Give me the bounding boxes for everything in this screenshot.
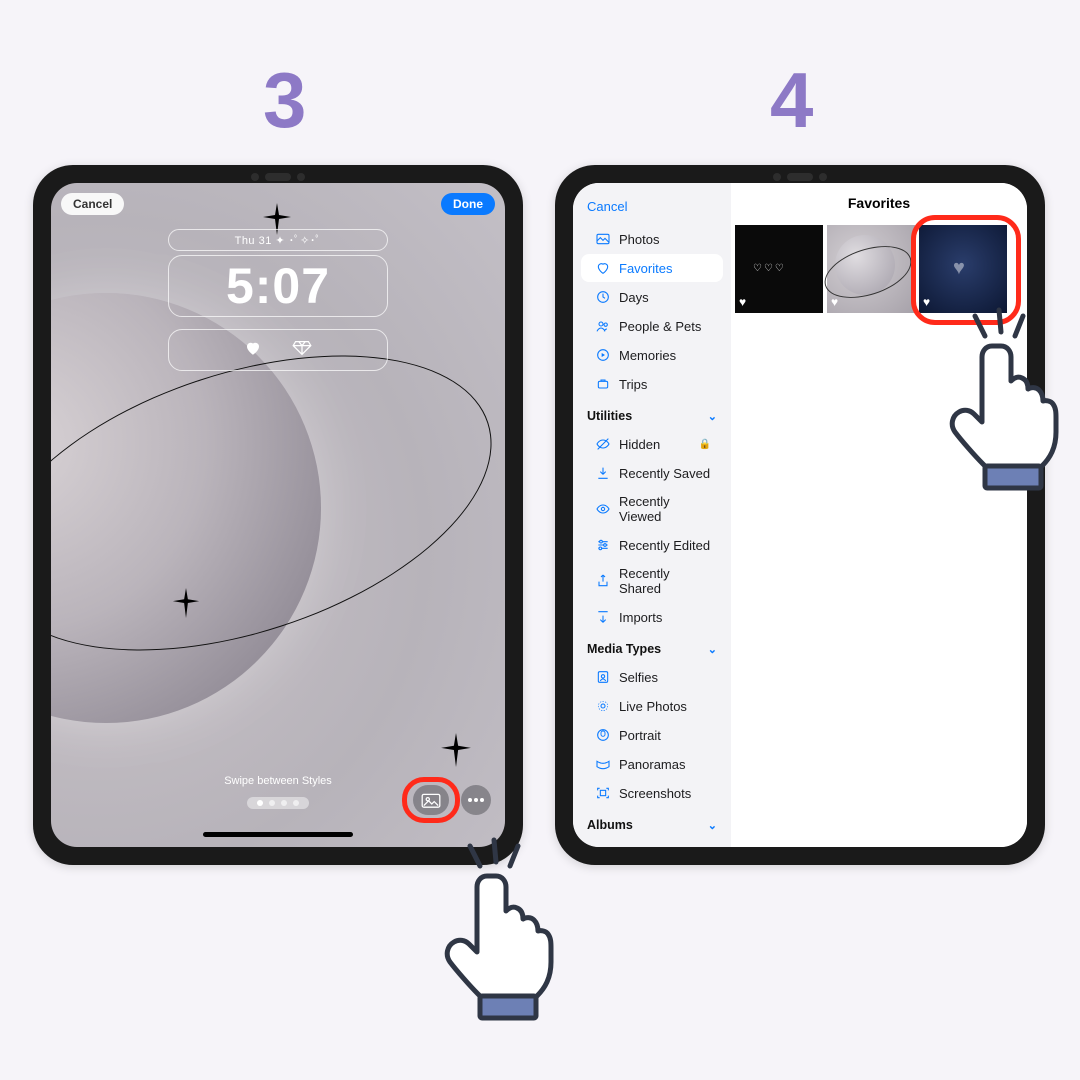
sidebar-label: Selfies	[619, 670, 658, 685]
screenshots-icon	[595, 785, 611, 801]
favorite-icon: ♥	[831, 295, 838, 309]
ipad-notch	[765, 173, 835, 181]
step-number-3: 3	[263, 55, 306, 146]
swipe-hint: Swipe between Styles	[224, 775, 332, 787]
sidebar-item-memories[interactable]: Memories	[581, 341, 723, 369]
sliders-icon	[595, 537, 611, 553]
import-icon	[595, 609, 611, 625]
heart-icon	[244, 339, 262, 362]
time-widget[interactable]: 5:07	[168, 255, 388, 317]
clock-time: 5:07	[226, 257, 330, 315]
sidebar-item-favorites[interactable]: Favorites	[581, 254, 723, 282]
sidebar-item-days[interactable]: Days	[581, 283, 723, 311]
choose-photo-button[interactable]	[413, 785, 449, 815]
live-photos-icon	[595, 698, 611, 714]
sidebar-label: Recently Edited	[619, 538, 710, 553]
sidebar-item-photos[interactable]: Photos	[581, 225, 723, 253]
sidebar-item-recently-viewed[interactable]: Recently Viewed	[581, 488, 723, 530]
photo-thumbnail[interactable]: ♥	[827, 225, 915, 313]
hearts-icon: ♡♡♡	[753, 263, 786, 274]
sidebar-item-screenshots[interactable]: Screenshots	[581, 779, 723, 807]
sidebar-label: Memories	[619, 348, 676, 363]
home-indicator	[203, 832, 353, 837]
sidebar-label: Trips	[619, 377, 647, 392]
heart-icon	[595, 260, 611, 276]
memories-icon	[595, 347, 611, 363]
ipad-notch	[243, 173, 313, 181]
favorite-icon: ♥	[739, 295, 746, 309]
hidden-icon	[595, 436, 611, 452]
sidebar-item-recently-edited[interactable]: Recently Edited	[581, 531, 723, 559]
share-icon	[595, 573, 611, 589]
sidebar-label: Screenshots	[619, 786, 691, 801]
chevron-down-icon: ⌄	[708, 643, 717, 656]
trips-icon	[595, 376, 611, 392]
chevron-down-icon: ⌄	[708, 410, 717, 423]
ipad-frame-step3: Cancel Done Thu 31 ✦ ･ﾟ✧･ﾟ 5:07 Swipe be…	[33, 165, 523, 865]
sidebar-item-people[interactable]: People & Pets	[581, 312, 723, 340]
sidebar-label: Recently Viewed	[619, 494, 711, 524]
sidebar-label: Imports	[619, 610, 662, 625]
favorite-icon: ♥	[923, 295, 930, 309]
calendar-icon	[595, 289, 611, 305]
sidebar-item-panoramas[interactable]: Panoramas	[581, 750, 723, 778]
lock-icon: 🔒	[699, 439, 711, 450]
photo-thumbnail[interactable]: ♡♡♡ ♥	[735, 225, 823, 313]
photo-thumbnail[interactable]: ♥ ♥	[919, 225, 1007, 313]
portrait-icon	[595, 727, 611, 743]
people-icon	[595, 318, 611, 334]
section-label: Albums	[587, 818, 633, 832]
heart-icon: ♥	[953, 257, 965, 280]
sidebar-label: Hidden	[619, 437, 660, 452]
photo-grid: Favorites ♡♡♡ ♥ ♥ ♥ ♥	[731, 183, 1027, 847]
photo-picker: Cancel Photos Favorites Days People & Pe…	[573, 183, 1027, 847]
section-label: Utilities	[587, 409, 632, 423]
style-page-dots[interactable]	[247, 797, 309, 809]
sidebar-label: Days	[619, 290, 649, 305]
section-utilities[interactable]: Utilities ⌄	[573, 399, 731, 429]
sidebar-item-hidden[interactable]: Hidden 🔒	[581, 430, 723, 458]
sidebar-item-imports[interactable]: Imports	[581, 603, 723, 631]
selfies-icon	[595, 669, 611, 685]
step-number-4: 4	[770, 55, 813, 146]
lockscreen-editor: Cancel Done Thu 31 ✦ ･ﾟ✧･ﾟ 5:07 Swipe be…	[51, 183, 505, 847]
sidebar-label: Panoramas	[619, 757, 685, 772]
sidebar-label: Favorites	[619, 261, 672, 276]
sidebar-label: Photos	[619, 232, 659, 247]
done-button[interactable]: Done	[441, 193, 495, 215]
sidebar-item-recently-shared[interactable]: Recently Shared	[581, 560, 723, 602]
sidebar-item-portrait[interactable]: Portrait	[581, 721, 723, 749]
bottom-widget-slot[interactable]	[168, 329, 388, 371]
date-widget[interactable]: Thu 31 ✦ ･ﾟ✧･ﾟ	[168, 229, 388, 251]
grid-title: Favorites	[731, 195, 1027, 211]
sparkle-icon	[171, 588, 201, 618]
sidebar-item-live-photos[interactable]: Live Photos	[581, 692, 723, 720]
panorama-icon	[595, 756, 611, 772]
sidebar-item-selfies[interactable]: Selfies	[581, 663, 723, 691]
sidebar-label: Recently Shared	[619, 566, 711, 596]
section-media-types[interactable]: Media Types ⌄	[573, 632, 731, 662]
chevron-down-icon: ⌄	[708, 819, 717, 832]
sparkle-icon	[439, 733, 473, 767]
section-label: Media Types	[587, 642, 661, 656]
cancel-button[interactable]: Cancel	[61, 193, 124, 215]
section-albums[interactable]: Albums ⌄	[573, 808, 731, 838]
download-icon	[595, 465, 611, 481]
more-button[interactable]	[461, 785, 491, 815]
cancel-button[interactable]: Cancel	[573, 187, 731, 224]
photos-icon	[595, 231, 611, 247]
diamond-icon	[292, 340, 312, 361]
picker-sidebar: Cancel Photos Favorites Days People & Pe…	[573, 183, 731, 847]
ipad-frame-step4: Cancel Photos Favorites Days People & Pe…	[555, 165, 1045, 865]
sidebar-label: People & Pets	[619, 319, 701, 334]
sidebar-label: Recently Saved	[619, 466, 710, 481]
sidebar-label: Portrait	[619, 728, 661, 743]
tap-indicator-icon	[430, 840, 590, 1020]
eye-icon	[595, 501, 611, 517]
sidebar-label: Live Photos	[619, 699, 687, 714]
sidebar-item-trips[interactable]: Trips	[581, 370, 723, 398]
sidebar-item-recently-saved[interactable]: Recently Saved	[581, 459, 723, 487]
